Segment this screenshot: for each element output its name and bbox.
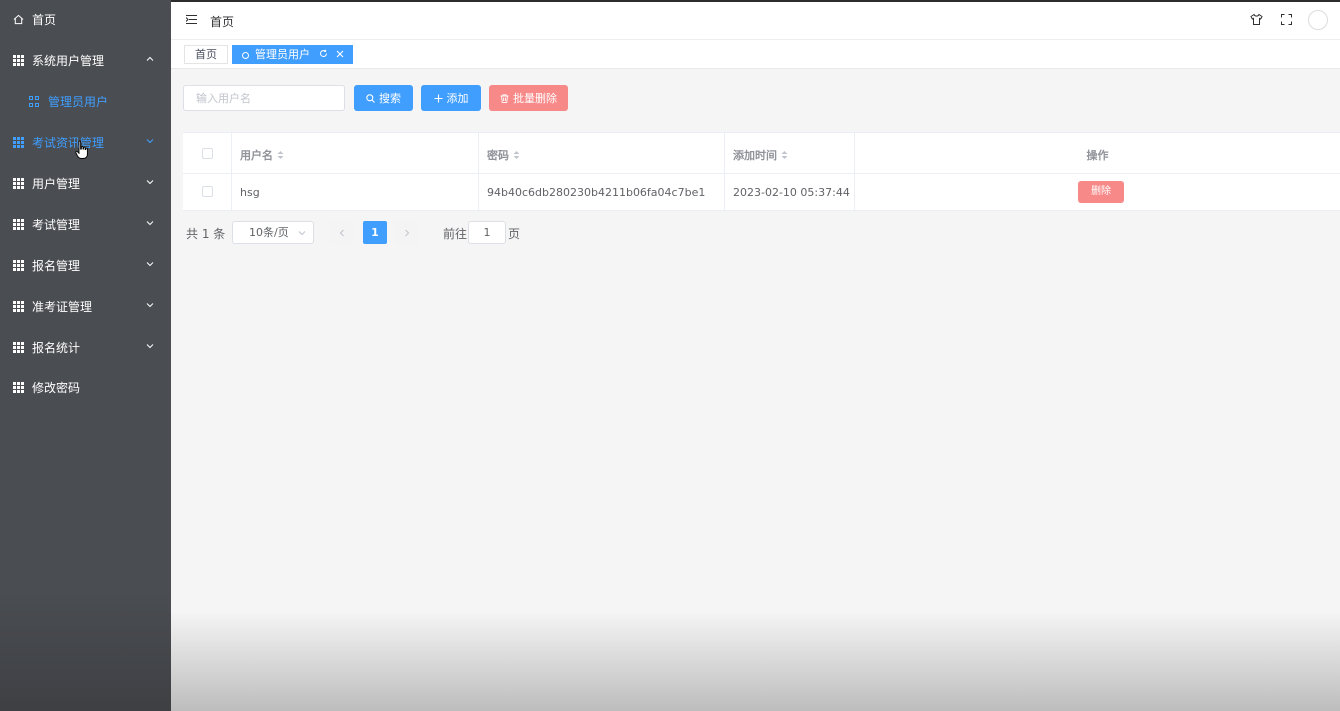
grid-icon	[13, 260, 24, 271]
sidebar-item-label: 管理员用户	[48, 95, 109, 109]
batch-delete-label: 批量删除	[513, 92, 557, 105]
add-button[interactable]: 添加	[421, 85, 481, 111]
sidebar-item-registration-stats[interactable]: 报名统计	[0, 328, 171, 368]
plus-icon	[434, 94, 442, 102]
sidebar-item-label: 考试资讯管理	[32, 136, 105, 150]
header-label: 添加时间	[733, 149, 777, 162]
trash-icon	[500, 93, 509, 103]
page-size-value: 10条/页	[249, 226, 289, 239]
sidebar-item-label: 首页	[32, 13, 57, 27]
sidebar-item-label: 报名管理	[32, 259, 81, 273]
sort-icon[interactable]	[781, 150, 788, 160]
sidebar-item-label: 系统用户管理	[32, 54, 105, 68]
username-search-input[interactable]	[183, 85, 345, 111]
sidebar-item-label: 用户管理	[32, 177, 81, 191]
grid-icon	[13, 178, 24, 189]
chevron-down-icon	[146, 180, 154, 185]
sidebar-item-label: 修改密码	[32, 381, 81, 395]
add-button-label: 添加	[446, 92, 469, 105]
batch-delete-button[interactable]: 批量删除	[489, 85, 568, 111]
search-icon	[366, 93, 375, 103]
sidebar-item-exam-management[interactable]: 考试管理	[0, 205, 171, 245]
search-button[interactable]: 搜索	[354, 85, 413, 111]
header-label: 密码	[487, 149, 509, 162]
table-header-actions: 操作	[855, 133, 1340, 174]
chevron-right-icon	[405, 229, 410, 236]
active-dot-icon	[242, 52, 249, 59]
goto-label: 前往	[443, 227, 468, 241]
table-header-username[interactable]: 用户名	[232, 133, 479, 174]
grid-icon	[13, 382, 24, 393]
sidebar-item-home[interactable]: 首页	[0, 0, 171, 40]
chevron-down-icon	[298, 231, 306, 236]
cell-added-time: 2023-02-10 05:37:44	[725, 174, 855, 211]
grid-icon	[13, 301, 24, 312]
sidebar-item-system-users[interactable]: 系统用户管理	[0, 41, 171, 81]
header-label: 操作	[1086, 149, 1109, 162]
next-page-button[interactable]	[395, 221, 419, 244]
fullscreen-icon[interactable]	[1280, 13, 1293, 26]
sidebar: 首页 系统用户管理 管理员用户 考试资讯管理 用户管理 考试管理 报名管理 准考…	[0, 0, 171, 711]
sidebar-item-user-management[interactable]: 用户管理	[0, 164, 171, 204]
tag-admin-users[interactable]: 管理员用户	[232, 45, 353, 64]
chevron-left-icon	[339, 229, 344, 236]
table-header-select	[183, 133, 232, 174]
tag-label: 管理员用户	[255, 48, 310, 61]
grid-icon	[13, 137, 24, 148]
hand-cursor-icon	[75, 140, 88, 159]
sort-icon[interactable]	[277, 150, 284, 160]
goto-suffix: 页	[508, 227, 521, 241]
header-label: 用户名	[240, 149, 273, 162]
row-checkbox[interactable]	[202, 186, 213, 197]
page-number-current[interactable]: 1	[363, 221, 387, 244]
cell-actions: 删除	[855, 174, 1340, 211]
cell-password: 94b40c6db280230b4211b06fa04c7be1	[479, 174, 725, 211]
apps-icon	[29, 96, 40, 107]
table-header-added-time[interactable]: 添加时间	[725, 133, 855, 174]
table-header-password[interactable]: 密码	[479, 133, 725, 174]
close-icon[interactable]	[336, 50, 344, 58]
search-button-label: 搜索	[379, 92, 401, 105]
select-all-checkbox[interactable]	[202, 148, 213, 159]
theme-shirt-icon[interactable]	[1250, 13, 1263, 26]
table-row	[183, 174, 232, 211]
chevron-down-icon	[146, 221, 154, 226]
sidebar-item-change-password[interactable]: 修改密码	[0, 368, 171, 408]
goto-page-input[interactable]: 1	[468, 221, 506, 244]
chevron-down-icon	[146, 139, 154, 144]
tag-label: 首页	[195, 48, 217, 61]
admin-users-table: 用户名 密码 添加时间 操作 hsg 94b40c6db280230b4211b…	[183, 132, 1340, 211]
chevron-up-icon	[146, 56, 154, 61]
grid-icon	[13, 342, 24, 353]
cell-username: hsg	[232, 174, 479, 211]
chevron-down-icon	[146, 262, 154, 267]
sidebar-item-label: 准考证管理	[32, 300, 93, 314]
home-icon	[13, 14, 24, 25]
top-header: 首页	[171, 0, 1340, 40]
sidebar-item-registration[interactable]: 报名管理	[0, 246, 171, 286]
sort-icon[interactable]	[513, 150, 520, 160]
grid-icon	[13, 219, 24, 230]
chevron-down-icon	[146, 303, 154, 308]
sidebar-item-label: 考试管理	[32, 218, 81, 232]
delete-row-button[interactable]: 删除	[1078, 181, 1124, 203]
grid-icon	[13, 55, 24, 66]
page-size-select[interactable]: 10条/页	[232, 221, 314, 244]
breadcrumb[interactable]: 首页	[210, 13, 234, 30]
menu-fold-icon[interactable]	[186, 15, 197, 24]
refresh-icon[interactable]	[319, 49, 328, 58]
sidebar-item-admission-ticket[interactable]: 准考证管理	[0, 287, 171, 327]
sidebar-item-label: 报名统计	[32, 341, 81, 355]
chevron-down-icon	[146, 344, 154, 349]
pagination-total: 共 1 条	[186, 227, 226, 241]
avatar[interactable]	[1308, 10, 1328, 30]
tag-home[interactable]: 首页	[184, 45, 228, 64]
sidebar-item-admin-users[interactable]: 管理员用户	[0, 82, 171, 122]
tags-bar: 首页 管理员用户	[171, 40, 1340, 69]
prev-page-button[interactable]	[330, 221, 354, 244]
